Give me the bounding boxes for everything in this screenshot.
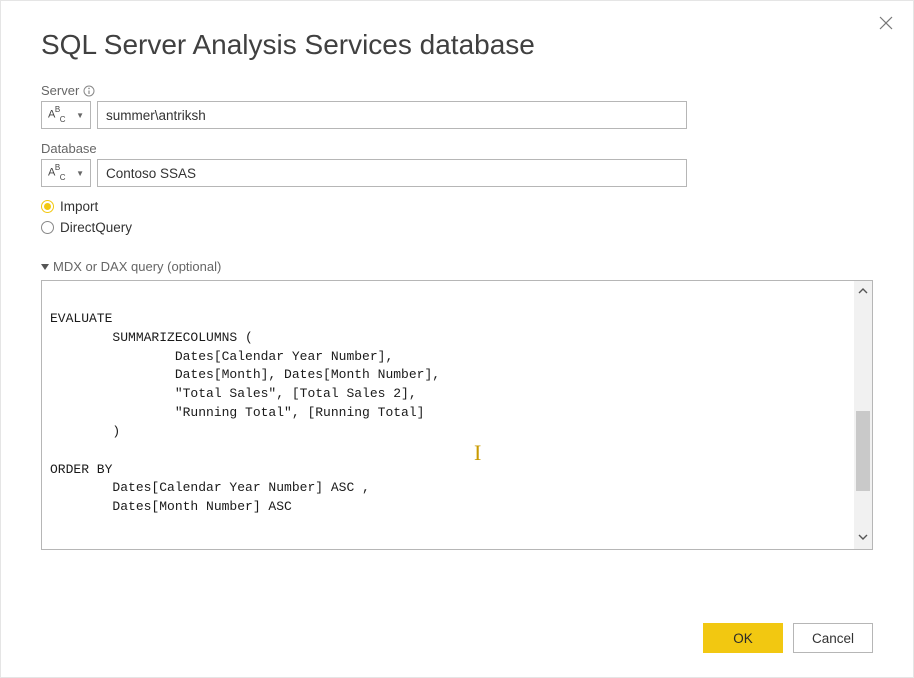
database-input-row: ABC ▼ <box>41 159 873 187</box>
scroll-down-arrow-icon[interactable] <box>858 527 868 549</box>
server-type-selector[interactable]: ABC ▼ <box>41 101 91 129</box>
scroll-up-arrow-icon[interactable] <box>858 281 868 303</box>
ssas-connection-dialog: SQL Server Analysis Services database Se… <box>0 0 914 678</box>
cancel-button[interactable]: Cancel <box>793 623 873 653</box>
dialog-title: SQL Server Analysis Services database <box>41 29 873 61</box>
server-input-row: ABC ▼ <box>41 101 873 129</box>
server-label-text: Server <box>41 83 79 98</box>
database-type-selector[interactable]: ABC ▼ <box>41 159 91 187</box>
directquery-radio[interactable]: DirectQuery <box>41 220 873 235</box>
server-label: Server <box>41 83 873 98</box>
query-editor-container: EVALUATE SUMMARIZECOLUMNS ( Dates[Calend… <box>41 280 873 550</box>
abc-icon: ABC <box>48 165 65 181</box>
radio-icon <box>41 221 54 234</box>
abc-icon: ABC <box>48 107 65 123</box>
caret-down-icon <box>41 264 49 270</box>
dialog-button-row: OK Cancel <box>703 623 873 653</box>
query-editor[interactable]: EVALUATE SUMMARIZECOLUMNS ( Dates[Calend… <box>42 281 854 549</box>
scroll-thumb[interactable] <box>856 411 870 492</box>
scroll-track[interactable] <box>854 303 872 527</box>
database-input[interactable] <box>97 159 687 187</box>
import-radio[interactable]: Import <box>41 199 873 214</box>
info-icon[interactable] <box>83 85 95 97</box>
database-label: Database <box>41 141 873 156</box>
connectivity-mode-group: Import DirectQuery <box>41 199 873 235</box>
chevron-down-icon: ▼ <box>76 169 84 178</box>
directquery-radio-label: DirectQuery <box>60 220 132 235</box>
vertical-scrollbar[interactable] <box>854 281 872 549</box>
ok-button[interactable]: OK <box>703 623 783 653</box>
chevron-down-icon: ▼ <box>76 111 84 120</box>
import-radio-label: Import <box>60 199 98 214</box>
query-section-toggle[interactable]: MDX or DAX query (optional) <box>41 259 873 274</box>
radio-icon <box>41 200 54 213</box>
close-icon <box>879 16 893 30</box>
query-section-label: MDX or DAX query (optional) <box>53 259 221 274</box>
server-input[interactable] <box>97 101 687 129</box>
close-button[interactable] <box>879 15 893 33</box>
